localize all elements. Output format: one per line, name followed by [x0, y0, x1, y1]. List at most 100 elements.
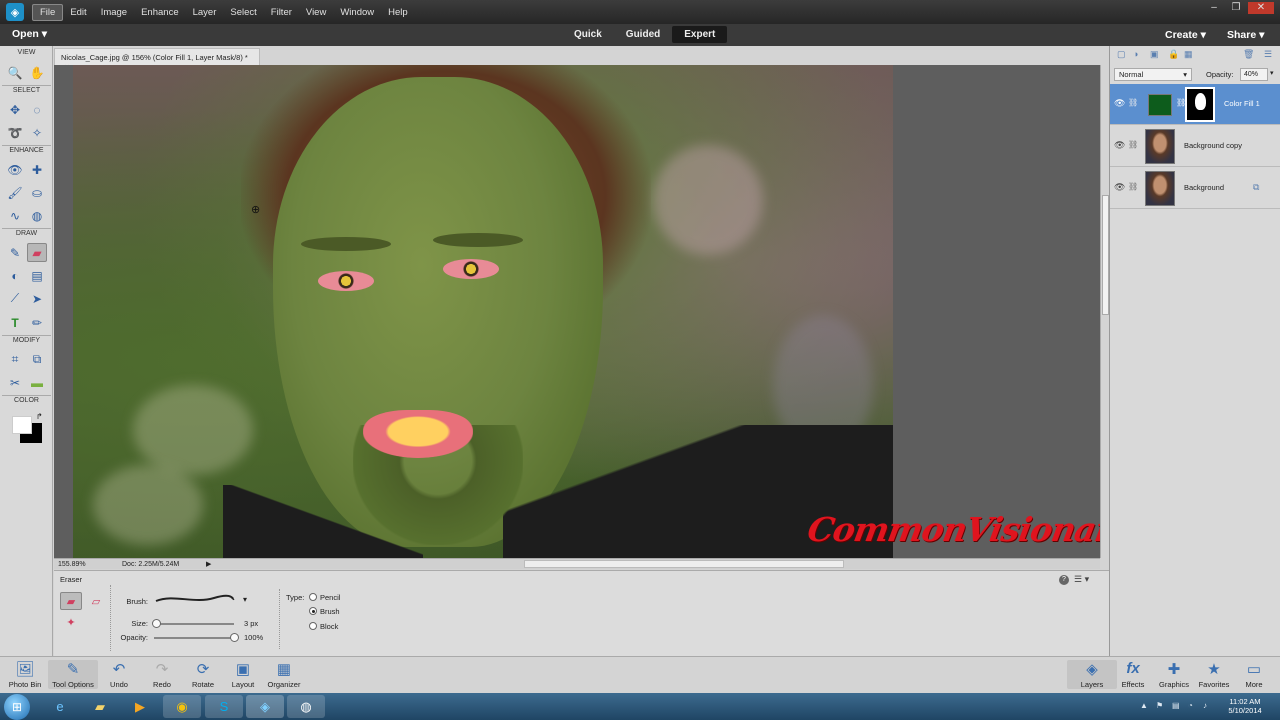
tab-quick[interactable]: Quick — [562, 26, 614, 43]
layer-row-background[interactable]: 👁 ⛓ Background ⧉ — [1110, 168, 1280, 209]
obs-icon[interactable]: ◍ — [287, 695, 325, 718]
brush-preview[interactable] — [154, 592, 236, 606]
red-eye-tool-icon[interactable]: 👁 — [5, 160, 25, 179]
trash-icon[interactable]: 🗑 — [1243, 49, 1254, 60]
visibility-eye-icon[interactable]: 👁 — [1114, 98, 1125, 109]
layer-thumbnail[interactable] — [1145, 171, 1175, 206]
link-icon[interactable]: ⛓ — [1128, 98, 1138, 107]
opacity-slider-track[interactable] — [154, 637, 234, 639]
blur-tool-icon[interactable]: ∿ — [5, 206, 25, 225]
eyedropper-icon[interactable]: ⟋ — [5, 289, 25, 308]
skype-icon[interactable]: S — [205, 695, 243, 718]
more-button[interactable]: ▭ More — [1229, 660, 1279, 689]
lock-icon[interactable]: 🔒 — [1168, 49, 1179, 60]
eraser-icon[interactable]: ▰ — [60, 592, 82, 610]
type-pencil-radio[interactable] — [309, 593, 317, 601]
tray-network-icon[interactable]: ▤ — [1172, 701, 1180, 710]
opacity-slider-knob[interactable] — [230, 633, 239, 642]
photoshop-elements-icon[interactable]: ◈ — [246, 695, 284, 718]
menu-select[interactable]: Select — [223, 5, 263, 20]
straighten-tool-icon[interactable]: ▬ — [27, 373, 47, 392]
help-icon[interactable]: ? — [1059, 575, 1069, 585]
magic-eraser-icon[interactable]: ✦ — [60, 613, 82, 631]
vertical-scroll-thumb[interactable] — [1102, 195, 1109, 315]
move-tool-icon[interactable]: ✥ — [5, 100, 25, 119]
tab-guided[interactable]: Guided — [614, 26, 672, 43]
link-icon[interactable]: ⛓ — [1128, 140, 1138, 149]
layer-thumbnail[interactable] — [1145, 129, 1175, 164]
tray-arrow-icon[interactable]: ▲ — [1140, 701, 1148, 710]
start-button-icon[interactable]: ⊞ — [4, 694, 30, 720]
content-aware-move-icon[interactable]: ✂ — [5, 373, 25, 392]
hand-tool-icon[interactable]: ✋ — [27, 63, 47, 82]
layer-opacity-field[interactable]: 40% — [1240, 68, 1268, 81]
share-button[interactable]: Share ▾ — [1227, 29, 1264, 41]
size-slider-track[interactable] — [154, 623, 234, 625]
eraser-tool-icon[interactable]: ▰ — [27, 243, 47, 262]
adjustment-layer-icon[interactable]: ◑ — [1133, 49, 1138, 59]
open-button[interactable]: Open ▾ — [12, 28, 47, 40]
lasso-tool-icon[interactable]: ➰ — [5, 123, 25, 142]
menu-view[interactable]: View — [299, 5, 333, 20]
organizer-button[interactable]: ▦ Organizer — [259, 660, 309, 689]
type-tool-icon[interactable]: T — [5, 313, 25, 332]
layer-row-color-fill[interactable]: 👁 ⛓ ⛓ Color Fill 1 — [1110, 84, 1280, 125]
lock-all-icon[interactable]: ▦ — [1184, 49, 1193, 60]
create-button[interactable]: Create ▾ — [1165, 29, 1206, 41]
layer-mask-thumbnail[interactable] — [1185, 87, 1215, 122]
brush-dropdown-icon[interactable]: ▾ — [243, 595, 247, 604]
status-menu-arrow-icon[interactable]: ▶ — [206, 560, 211, 568]
brush-tool-icon[interactable]: ✎ — [5, 243, 25, 262]
magic-wand-icon[interactable]: ✧ — [27, 123, 47, 142]
close-icon[interactable]: ✕ — [1248, 2, 1274, 14]
layers-menu-icon[interactable]: ☰ — [1264, 49, 1272, 60]
link-icon[interactable]: ⛓ — [1128, 182, 1138, 191]
crop-tool-icon[interactable]: ⌗ — [5, 350, 25, 369]
tray-signal-icon[interactable]: ◔ — [1188, 701, 1193, 710]
foreground-color-swatch[interactable] — [12, 416, 32, 434]
background-eraser-icon[interactable]: ▱ — [85, 592, 107, 610]
menu-enhance[interactable]: Enhance — [134, 5, 186, 20]
sponge-tool-icon[interactable]: ◍ — [27, 206, 47, 225]
media-player-icon[interactable]: ▶ — [121, 695, 159, 718]
zoom-tool-icon[interactable]: 🔍 — [5, 63, 25, 82]
blend-mode-select[interactable]: Normal ▾ — [1114, 68, 1192, 81]
type-brush-radio[interactable] — [309, 607, 317, 615]
tray-volume-icon[interactable]: ♪ — [1203, 701, 1207, 710]
horizontal-scrollbar[interactable] — [524, 560, 844, 568]
clone-stamp-icon[interactable]: ⛀ — [27, 183, 47, 202]
menu-window[interactable]: Window — [333, 5, 381, 20]
menu-edit[interactable]: Edit — [63, 5, 93, 20]
recompose-tool-icon[interactable]: ⧉ — [27, 350, 47, 369]
smart-brush-icon[interactable]: 🖌 — [5, 183, 25, 202]
tool-options-button[interactable]: ✎ Tool Options — [48, 660, 98, 689]
chrome-icon[interactable]: ◉ — [163, 695, 201, 718]
type-block-radio[interactable] — [309, 622, 317, 630]
paint-bucket-icon[interactable]: ◐ — [5, 266, 25, 285]
opacity-dropdown-icon[interactable]: ▾ — [1270, 69, 1274, 77]
menu-help[interactable]: Help — [381, 5, 415, 20]
ie-icon[interactable]: e — [41, 695, 79, 718]
menu-filter[interactable]: Filter — [264, 5, 299, 20]
layer-row-background-copy[interactable]: 👁 ⛓ Background copy — [1110, 126, 1280, 167]
menu-image[interactable]: Image — [94, 5, 134, 20]
photo-canvas[interactable]: ⊕ — [73, 65, 893, 558]
restore-icon[interactable]: ❐ — [1226, 2, 1246, 14]
menu-file[interactable]: File — [32, 3, 64, 21]
panel-menu-icon[interactable]: ☰ ▾ — [1074, 574, 1089, 585]
document-tab[interactable]: Nicolas_Cage.jpg @ 156% (Color Fill 1, L… — [54, 48, 260, 71]
swap-colors-icon[interactable]: ↱ — [36, 412, 43, 421]
visibility-eye-icon[interactable]: 👁 — [1114, 140, 1125, 151]
visibility-eye-icon[interactable]: 👁 — [1114, 182, 1125, 193]
menu-layer[interactable]: Layer — [186, 5, 224, 20]
vertical-scrollbar[interactable] — [1100, 65, 1109, 558]
spot-healing-icon[interactable]: ✚ — [27, 160, 47, 179]
photo-bin-button[interactable]: 🖼 Photo Bin — [0, 660, 50, 689]
size-slider-knob[interactable] — [152, 619, 162, 628]
marquee-tool-icon[interactable]: ◌ — [27, 100, 47, 119]
tray-flag-icon[interactable]: ⚑ — [1156, 701, 1163, 710]
file-explorer-icon[interactable]: ▰ — [81, 695, 119, 718]
custom-shape-icon[interactable]: ➤ — [27, 289, 47, 308]
new-layer-icon[interactable]: ▢ — [1117, 49, 1126, 60]
layer-mask-icon[interactable]: ▣ — [1150, 49, 1159, 60]
